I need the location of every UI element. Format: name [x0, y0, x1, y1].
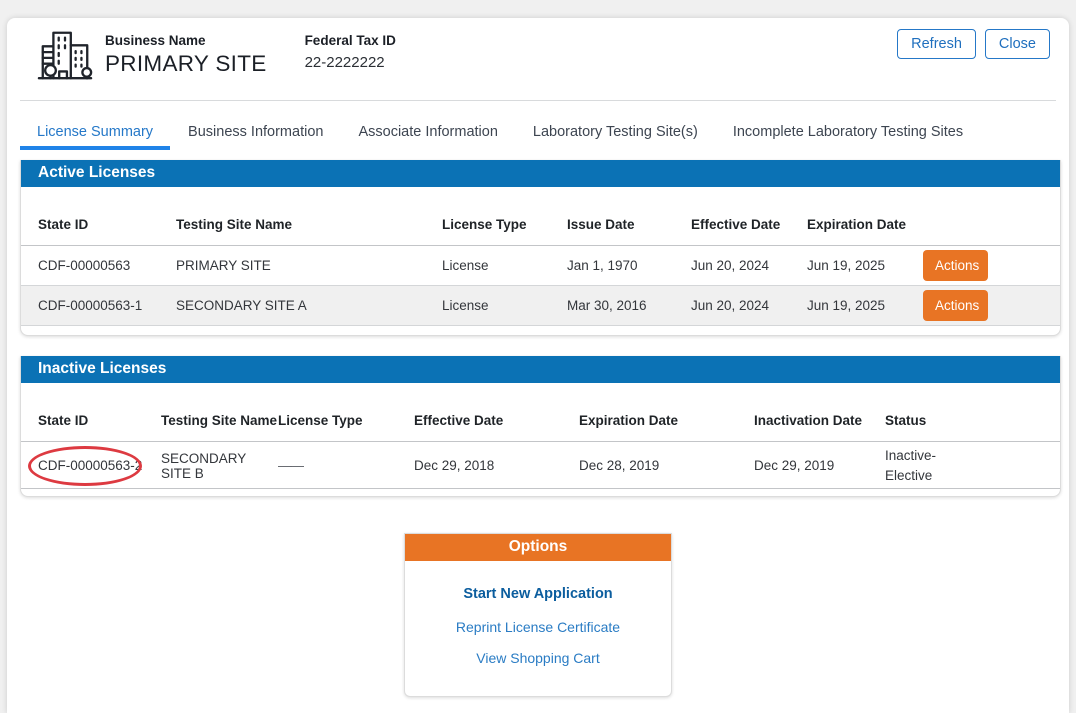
site-name-cell: SECONDARY SITE A	[176, 298, 442, 313]
refresh-button[interactable]: Refresh	[897, 29, 976, 59]
close-button[interactable]: Close	[985, 29, 1050, 59]
status-cell: Inactive-Elective	[885, 442, 967, 489]
col-expiration-date: Expiration Date	[579, 413, 754, 428]
state-id-cell: CDF-00000563-2	[38, 458, 161, 473]
active-license-row: CDF-00000563 PRIMARY SITE License Jan 1,…	[21, 246, 1060, 286]
tab-bar: License Summary Business Information Ass…	[7, 124, 1069, 150]
col-testing-site-name: Testing Site Name	[176, 217, 442, 232]
tab-license-summary[interactable]: License Summary	[20, 124, 170, 150]
site-name-cell: SECONDARY SITE B	[161, 451, 278, 481]
start-new-application-link[interactable]: Start New Application	[405, 586, 671, 602]
expiration-date-cell: Jun 19, 2025	[807, 258, 923, 273]
col-issue-date: Issue Date	[567, 217, 691, 232]
effective-date-cell: Jun 20, 2024	[691, 298, 807, 313]
license-type-cell: License	[442, 258, 567, 273]
tab-associate-information[interactable]: Associate Information	[344, 124, 511, 150]
reprint-license-certificate-link[interactable]: Reprint License Certificate	[405, 619, 671, 635]
col-expiration-date: Expiration Date	[807, 217, 923, 232]
col-state-id: State ID	[38, 413, 161, 428]
tab-laboratory-testing-sites[interactable]: Laboratory Testing Site(s)	[519, 124, 712, 150]
expiration-date-cell: Jun 19, 2025	[807, 298, 923, 313]
col-testing-site-name: Testing Site Name	[161, 413, 278, 428]
view-shopping-cart-link[interactable]: View Shopping Cart	[405, 650, 671, 666]
col-effective-date: Effective Date	[691, 217, 807, 232]
license-type-cell: ——	[278, 458, 414, 473]
effective-date-cell: Jun 20, 2024	[691, 258, 807, 273]
active-licenses-section: Active Licenses State ID Testing Site Na…	[20, 160, 1061, 336]
issue-date-cell: Jan 1, 1970	[567, 258, 691, 273]
expiration-date-cell: Dec 28, 2019	[579, 458, 754, 473]
active-licenses-title: Active Licenses	[21, 160, 1060, 187]
effective-date-cell: Dec 29, 2018	[414, 458, 579, 473]
options-title: Options	[405, 534, 671, 561]
federal-tax-id-label: Federal Tax ID	[305, 33, 396, 48]
state-id-value: CDF-00000563-2	[38, 458, 142, 473]
business-name-value: PRIMARY SITE	[105, 51, 267, 77]
federal-tax-id-value: 22-2222222	[305, 54, 396, 71]
federal-tax-id-group: Federal Tax ID 22-2222222	[305, 24, 396, 71]
business-name-group: Business Name PRIMARY SITE	[105, 24, 267, 77]
tab-incomplete-laboratory-testing-sites[interactable]: Incomplete Laboratory Testing Sites	[719, 124, 977, 150]
state-id-cell: CDF-00000563	[38, 258, 176, 273]
window-header: Business Name PRIMARY SITE Federal Tax I…	[7, 18, 1069, 84]
license-type-cell: License	[442, 298, 567, 313]
tab-business-information[interactable]: Business Information	[174, 124, 337, 150]
col-status: Status	[885, 413, 1060, 428]
col-state-id: State ID	[38, 217, 176, 232]
active-license-row: CDF-00000563-1 SECONDARY SITE A License …	[21, 286, 1060, 326]
col-license-type: License Type	[442, 217, 567, 232]
actions-button[interactable]: Actions	[923, 290, 988, 321]
inactive-licenses-section: Inactive Licenses State ID Testing Site …	[20, 356, 1061, 497]
license-detail-window: Business Name PRIMARY SITE Federal Tax I…	[7, 18, 1069, 713]
inactive-licenses-header-row: State ID Testing Site Name License Type …	[21, 383, 1060, 442]
col-license-type: License Type	[278, 413, 414, 428]
active-licenses-header-row: State ID Testing Site Name License Type …	[21, 187, 1060, 246]
state-id-cell: CDF-00000563-1	[38, 298, 176, 313]
actions-button[interactable]: Actions	[923, 250, 988, 281]
inactivation-date-cell: Dec 29, 2019	[754, 458, 885, 473]
col-effective-date: Effective Date	[414, 413, 579, 428]
issue-date-cell: Mar 30, 2016	[567, 298, 691, 313]
business-name-label: Business Name	[105, 33, 267, 48]
inactive-license-row: CDF-00000563-2 SECONDARY SITE B —— Dec 2…	[21, 442, 1060, 489]
inactive-licenses-title: Inactive Licenses	[21, 356, 1060, 383]
options-panel: Options Start New Application Reprint Li…	[404, 533, 672, 697]
header-divider	[20, 100, 1056, 101]
business-buildings-icon	[36, 26, 94, 84]
col-inactivation-date: Inactivation Date	[754, 413, 885, 428]
site-name-cell: PRIMARY SITE	[176, 258, 442, 273]
